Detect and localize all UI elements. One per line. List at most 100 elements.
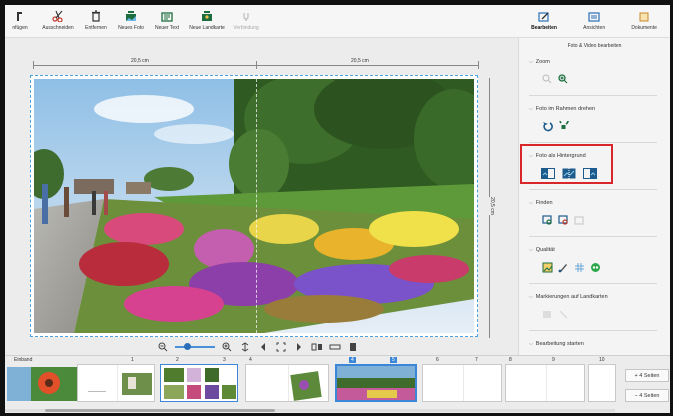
page-number: 3 <box>223 357 226 363</box>
zoom-slider[interactable] <box>175 343 215 350</box>
section-start-editing-label: Bearbeitung starten <box>535 341 584 347</box>
page-number: 7 <box>475 357 478 363</box>
rotate-tools <box>541 120 670 132</box>
page-thumbnail-10-11[interactable] <box>505 364 585 402</box>
new-photo-label: Neues Foto <box>118 25 144 31</box>
enhance-photo-icon[interactable] <box>541 261 553 273</box>
chevron-down-icon: ⌵ <box>529 294 533 300</box>
new-map-button[interactable]: Neue Landkarte <box>187 5 227 38</box>
zoom-in-photo-icon[interactable] <box>557 73 569 85</box>
section-rotate-header[interactable]: ⌵ Foto im Rahmen drehen <box>529 106 670 112</box>
canvas-controls <box>157 341 359 353</box>
panel-title: Foto & Video bearbeiten <box>567 43 622 49</box>
link-button[interactable]: Verbindung <box>231 5 261 38</box>
panel-tabs: Bearbeiten Ansichten Dokumente <box>518 5 670 38</box>
zoom-out-icon[interactable] <box>157 341 169 353</box>
zoom-tools <box>541 73 670 85</box>
find-tools <box>541 214 670 226</box>
previous-page-icon[interactable] <box>257 341 269 353</box>
red-eye-icon[interactable] <box>589 261 601 273</box>
new-text-label: Neuer Text <box>154 25 180 31</box>
edit-panel: Foto & Video bearbeiten ⌵ Zoom ⌵ Foto im… <box>518 38 670 355</box>
section-zoom-header[interactable]: ⌵ Zoom <box>529 59 670 65</box>
add-pages-button[interactable]: + 4 Seiten <box>625 369 669 382</box>
next-page-icon[interactable] <box>293 341 305 353</box>
filmstrip-scroll-thumb[interactable] <box>45 409 275 412</box>
page-number: 10 <box>599 357 605 363</box>
rotate-right-icon[interactable] <box>557 120 569 132</box>
tab-views[interactable]: Ansichten <box>583 5 605 37</box>
delete-label: Entfernen <box>85 25 107 31</box>
tab-documents[interactable]: Dokumente <box>631 5 657 37</box>
panorama-icon[interactable] <box>329 341 341 353</box>
map-marker-icon[interactable] <box>541 308 553 320</box>
remove-pages-button[interactable]: − 4 Seiten <box>625 389 669 402</box>
delete-button[interactable]: Entfernen <box>81 5 111 38</box>
cut-label: Ausschneiden <box>42 25 74 31</box>
page-thumbnail-3[interactable] <box>160 364 238 402</box>
rotate-left-icon[interactable] <box>541 120 553 132</box>
ruler-tick <box>478 61 479 69</box>
section-zoom: ⌵ Zoom <box>529 59 670 96</box>
page-thumbnail-12[interactable] <box>588 364 616 402</box>
section-map-markers-header[interactable]: ⌵ Markierungen auf Landkarten <box>529 294 670 300</box>
section-quality-header[interactable]: ⌵ Qualität <box>529 247 670 253</box>
divider <box>529 283 657 284</box>
page-thumbnail-6-7[interactable] <box>335 364 417 402</box>
zoom-out-photo-icon[interactable] <box>541 73 553 85</box>
page-number: 8 <box>509 357 512 363</box>
page-number: 4 <box>249 357 252 363</box>
find-similar-icon[interactable] <box>557 214 569 226</box>
tab-edit-label: Bearbeiten <box>531 25 557 31</box>
find-photo-icon[interactable] <box>541 214 553 226</box>
section-find: ⌵ Finden <box>529 200 670 237</box>
ruler-tick <box>33 61 34 69</box>
scissors-icon <box>52 10 65 22</box>
tab-edit[interactable]: Bearbeiten <box>531 5 557 37</box>
insert-icon <box>14 10 27 22</box>
ruler-tick <box>256 61 257 69</box>
side-ruler: 20,5 cm <box>485 78 495 338</box>
documents-icon <box>638 10 650 22</box>
tab-views-label: Ansichten <box>583 25 606 31</box>
ruler-label-right: 20,5 cm <box>349 58 371 64</box>
page-thumbnail-1-2[interactable] <box>77 364 155 402</box>
cover-thumbnail[interactable] <box>7 364 77 402</box>
section-zoom-label: Zoom <box>535 59 550 65</box>
filmstrip-scrollbar[interactable] <box>5 409 615 412</box>
section-rotate-label: Foto im Rahmen drehen <box>535 106 596 112</box>
zoom-in-icon[interactable] <box>221 341 233 353</box>
chevron-down-icon: ⌵ <box>529 247 533 253</box>
double-page-icon[interactable] <box>311 341 323 353</box>
divider <box>529 142 657 143</box>
brush-icon[interactable] <box>557 261 569 273</box>
find-map-icon[interactable] <box>573 214 585 226</box>
edit-icon <box>538 10 550 22</box>
quality-tools <box>541 261 670 273</box>
page-thumbnail-4-5[interactable] <box>245 364 329 402</box>
link-label: Verbindung <box>233 25 259 31</box>
fit-page-icon[interactable] <box>275 341 287 353</box>
cut-button[interactable]: Ausschneiden <box>39 5 77 38</box>
top-ruler: 20,5 cm 20,5 cm <box>33 58 479 69</box>
single-page-icon[interactable] <box>347 341 359 353</box>
page-thumbnail-8-9[interactable] <box>422 364 502 402</box>
page-number: 1 <box>131 357 134 363</box>
garden-photo[interactable] <box>34 79 474 333</box>
map-pin-icon[interactable] <box>557 308 569 320</box>
link-icon <box>240 10 253 22</box>
canvas-area[interactable]: 20,5 cm 20,5 cm 20,5 cm <box>5 38 518 355</box>
insert-button[interactable]: nfügen <box>5 5 35 38</box>
section-find-header[interactable]: ⌵ Finden <box>529 200 670 206</box>
chevron-down-icon: ⌵ <box>529 106 533 112</box>
zoom-slider-knob[interactable] <box>183 343 191 350</box>
section-start-editing-header[interactable]: ⌵ Bearbeitung starten <box>529 341 670 347</box>
album-spread[interactable] <box>30 75 478 337</box>
section-find-label: Finden <box>535 200 553 206</box>
grid-icon[interactable] <box>573 261 585 273</box>
fit-width-icon[interactable] <box>239 341 251 353</box>
chevron-down-icon: ⌵ <box>529 341 533 347</box>
new-text-button[interactable]: Neuer Text <box>151 5 183 38</box>
new-photo-button[interactable]: Neues Foto <box>115 5 147 38</box>
divider <box>529 330 657 331</box>
